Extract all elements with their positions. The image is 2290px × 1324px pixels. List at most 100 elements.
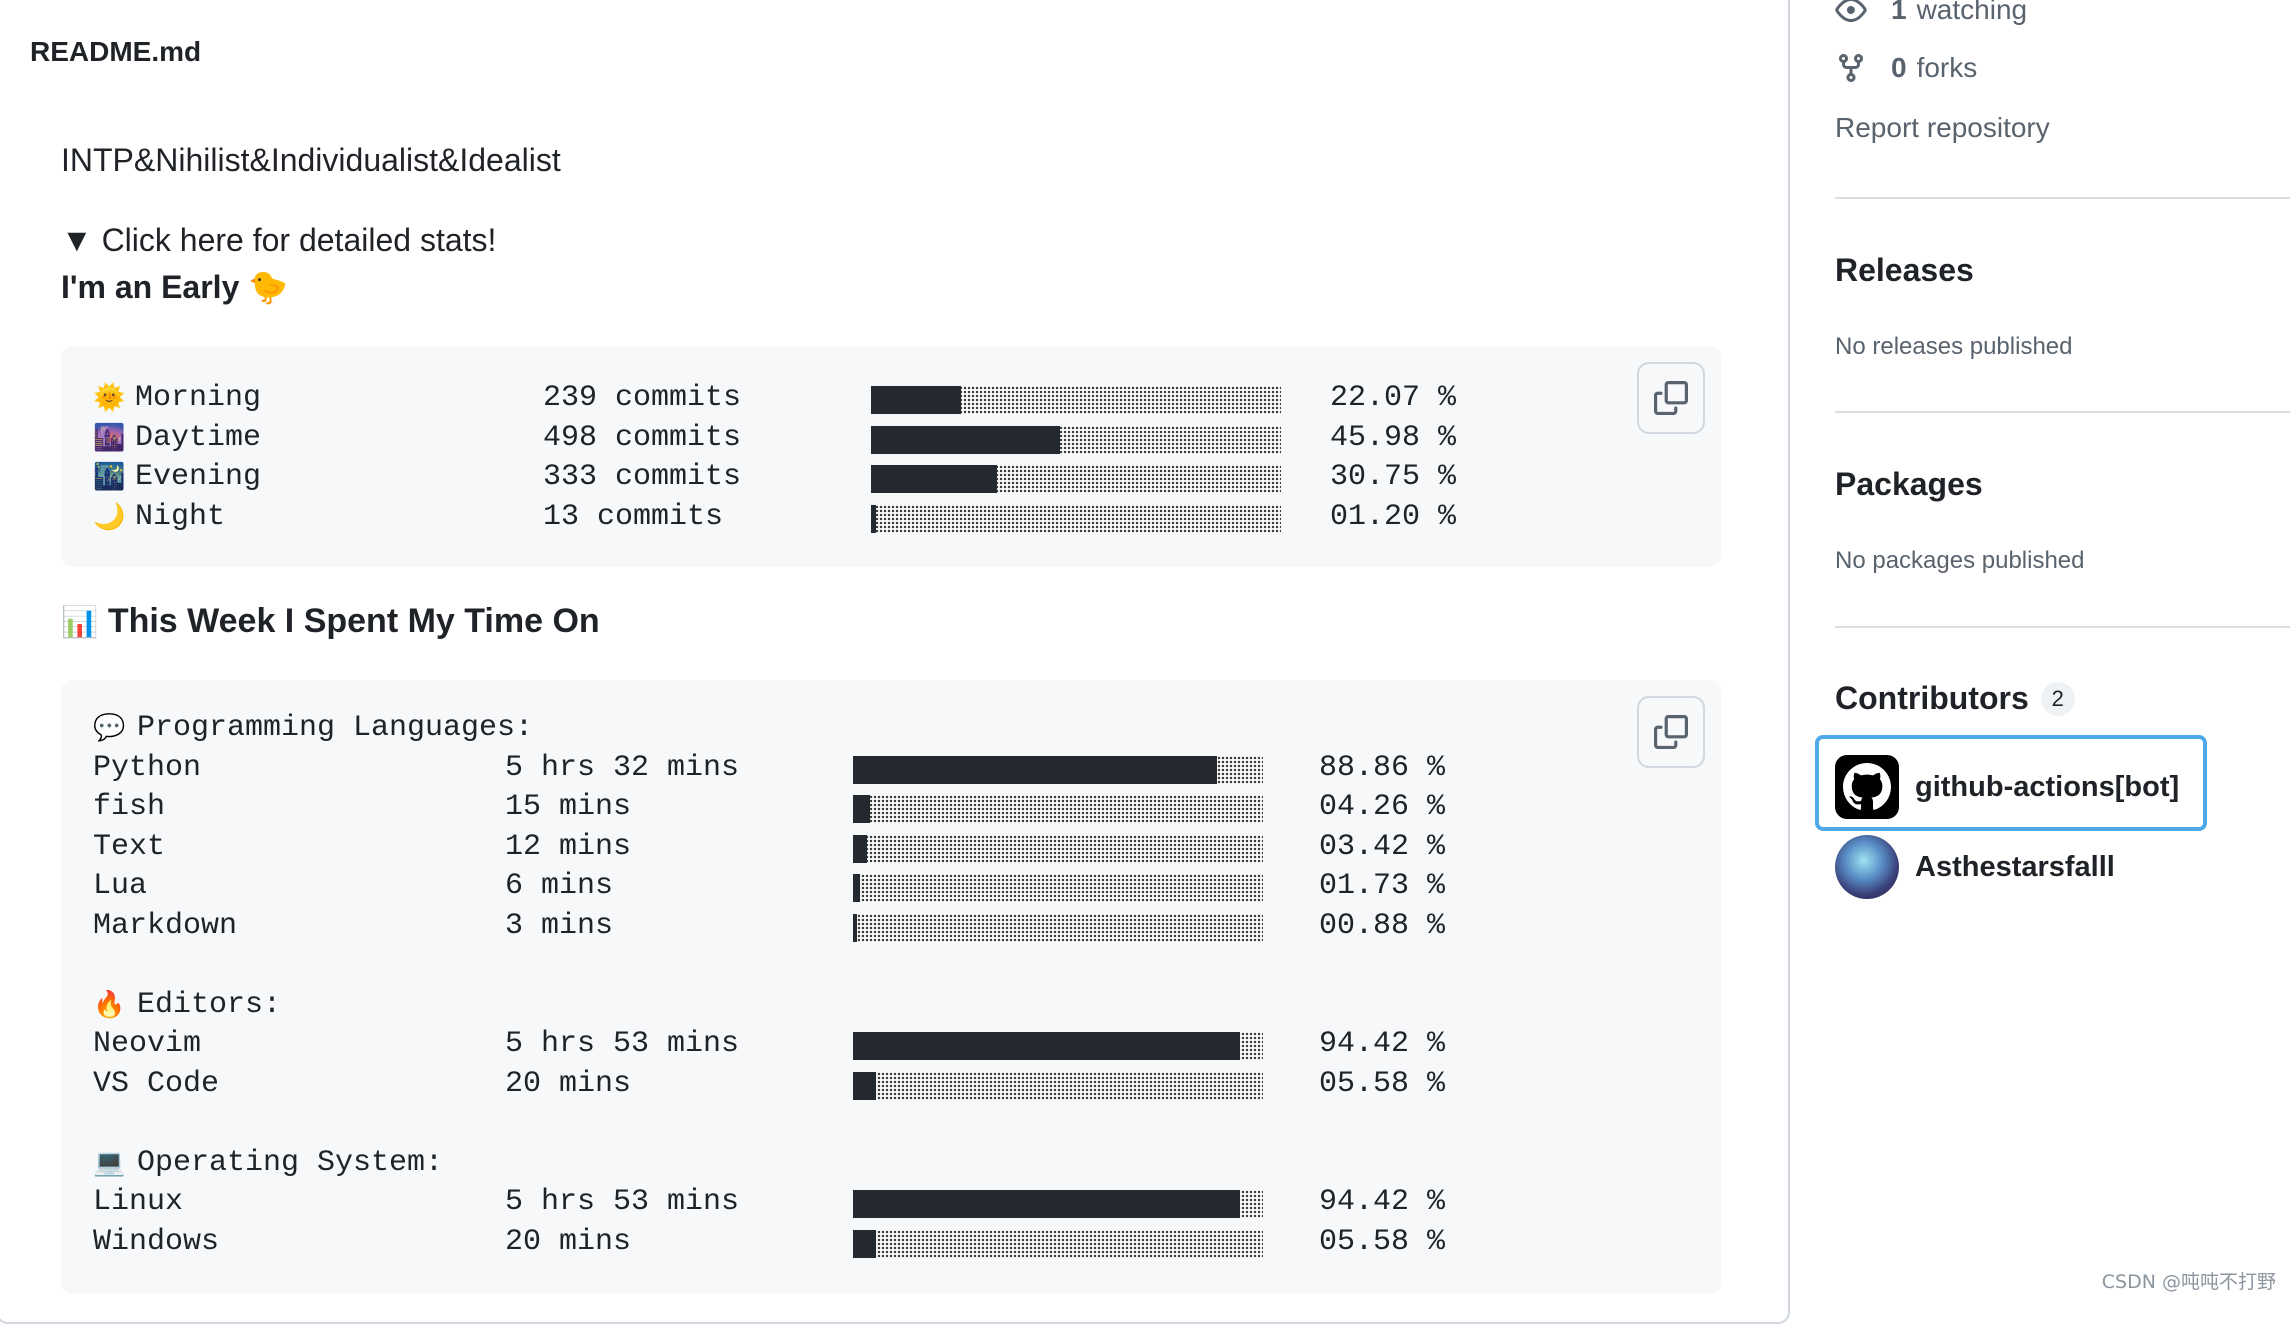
- stat-label: Neovim: [93, 1027, 202, 1061]
- stat-label: Programming Languages:: [137, 711, 534, 745]
- bar-chart-icon: 📊: [61, 606, 99, 639]
- packages-heading[interactable]: Packages: [1835, 466, 1983, 503]
- stat-label: Evening: [135, 460, 262, 494]
- bio-text: INTP&Nihilist&Individualist&Idealist: [61, 142, 561, 178]
- stat-label: VS Code: [93, 1066, 220, 1101]
- stat-percent: 22.07 %: [1330, 381, 1457, 415]
- progress-bar-fill: [871, 386, 962, 414]
- contributors-count-badge: 2: [2040, 681, 2075, 716]
- stat-row: fish 15 mins 04.26 %: [93, 787, 1493, 827]
- eye-icon: [1835, 0, 1867, 22]
- progress-bar: [871, 465, 1281, 493]
- stat-emoji-icon: 🌞: [93, 383, 126, 413]
- sidebar-divider: [1835, 626, 2290, 628]
- details-summary-toggle[interactable]: ▼ Click here for detailed stats!: [61, 222, 496, 259]
- stat-percent: 01.20 %: [1330, 499, 1457, 534]
- progress-bar-fill: [853, 874, 861, 902]
- copy-icon: [1654, 381, 1688, 415]
- stat-row: VS Code 20 mins 05.58 %: [93, 1064, 1493, 1104]
- stat-amount: 20 mins: [505, 1066, 632, 1101]
- contributor-name: github-actions[bot]: [1915, 770, 2180, 803]
- stat-label: Lua: [93, 869, 148, 903]
- week-section-heading: 📊 This Week I Spent My Time On: [61, 602, 600, 641]
- stat-emoji-icon: 🔥: [93, 989, 126, 1020]
- progress-bar-fill: [853, 1071, 876, 1100]
- contributor-github-actions[interactable]: github-actions[bot]: [1835, 755, 2179, 819]
- stat-row: 💻 Operating System:: [93, 1143, 1493, 1183]
- stat-amount: 5 hrs 53 mins: [505, 1185, 740, 1219]
- progress-bar-fill: [853, 834, 868, 863]
- contributors-heading[interactable]: Contributors 2: [1835, 680, 2075, 717]
- stat-row: 🌙 Night 13 commits 01.20 %: [93, 497, 1493, 537]
- stat-amount: 13 commits: [543, 499, 724, 534]
- watching-label: watching: [1916, 0, 2028, 25]
- copy-icon: [1654, 715, 1688, 749]
- sidebar-divider: [1835, 197, 2290, 199]
- stat-percent: 88.86 %: [1319, 750, 1446, 785]
- stat-row: Neovim 5 hrs 53 mins 94.42 %: [93, 1024, 1493, 1064]
- readme-filename: README.md: [30, 36, 202, 67]
- copy-button[interactable]: [1637, 696, 1705, 768]
- forks-label: forks: [1916, 52, 1978, 83]
- stat-percent: 30.75 %: [1330, 460, 1457, 494]
- forks-link[interactable]: 0 forks: [1835, 52, 1977, 84]
- stat-row: Windows 20 mins 05.58 %: [93, 1222, 1493, 1262]
- progress-bar: [853, 755, 1263, 784]
- stat-label: Operating System:: [137, 1145, 444, 1180]
- stat-emoji-icon: 💻: [93, 1147, 126, 1178]
- stat-emoji-icon: 🌙: [93, 501, 126, 532]
- contributor-name: Asthestarsfalll: [1915, 850, 2115, 883]
- releases-empty-text: No releases published: [1835, 333, 2073, 360]
- progress-bar-fill: [853, 755, 1218, 784]
- stat-row: Linux 5 hrs 53 mins 94.42 %: [93, 1182, 1493, 1222]
- progress-bar: [853, 834, 1263, 863]
- progress-bar: [871, 504, 1281, 533]
- stat-percent: 03.42 %: [1319, 829, 1446, 864]
- watchers-link[interactable]: 1 watching: [1835, 0, 2027, 26]
- progress-bar: [853, 1032, 1263, 1060]
- stat-emoji-icon: 🌆: [93, 422, 126, 453]
- progress-bar: [871, 386, 1281, 414]
- stat-percent: 05.58 %: [1319, 1066, 1446, 1101]
- packages-empty-text: No packages published: [1835, 547, 2085, 574]
- stat-label: Python: [93, 750, 202, 785]
- stat-amount: 3 mins: [505, 908, 614, 943]
- progress-bar-fill: [871, 504, 876, 533]
- stat-amount: 498 commits: [543, 420, 742, 455]
- stat-label: Night: [135, 499, 226, 534]
- sidebar-divider: [1835, 411, 2290, 413]
- stat-label: Daytime: [135, 420, 262, 455]
- early-bird-text: I'm an Early: [61, 269, 240, 305]
- forks-count: 0: [1891, 52, 1907, 83]
- stat-percent: 05.58 %: [1319, 1224, 1446, 1259]
- chick-icon: 🐤: [248, 269, 289, 305]
- releases-heading[interactable]: Releases: [1835, 252, 1974, 289]
- progress-bar-fill: [853, 1032, 1241, 1060]
- commit-stats-block: 🌞 Morning 239 commits 22.07 % 🌆 Daytime 498 co…: [61, 346, 1721, 567]
- progress-bar-fill: [871, 425, 1060, 454]
- repo-sidebar: 1 watching 0 forks Report repository Rel…: [1815, 0, 2290, 1300]
- stat-label: Editors:: [137, 987, 282, 1022]
- progress-bar: [853, 1071, 1263, 1100]
- stat-amount: 239 commits: [543, 381, 742, 415]
- progress-bar: [853, 1229, 1263, 1258]
- progress-bar-fill: [853, 795, 871, 823]
- contributors-title: Contributors: [1835, 680, 2029, 716]
- stat-amount: 15 mins: [505, 790, 632, 824]
- progress-bar-fill: [871, 465, 998, 493]
- stat-amount: 20 mins: [505, 1224, 632, 1259]
- stat-amount: 333 commits: [543, 460, 742, 494]
- progress-bar: [853, 1190, 1263, 1218]
- contributor-asthestarsfalll[interactable]: Asthestarsfalll: [1835, 835, 2115, 899]
- progress-bar: [853, 874, 1263, 902]
- stat-label: Text: [93, 829, 166, 864]
- stat-row: 🌃 Evening 333 commits 30.75 %: [93, 457, 1493, 497]
- stat-percent: 01.73 %: [1319, 869, 1446, 903]
- report-repository-link[interactable]: Report repository: [1835, 112, 2050, 144]
- stat-label: Markdown: [93, 908, 238, 943]
- watermark: CSDN @吨吨不打野: [2101, 1271, 2276, 1293]
- copy-button[interactable]: [1637, 362, 1705, 434]
- stat-label: Linux: [93, 1185, 184, 1219]
- stat-emoji-icon: 🌃: [93, 462, 126, 492]
- progress-bar: [853, 795, 1263, 823]
